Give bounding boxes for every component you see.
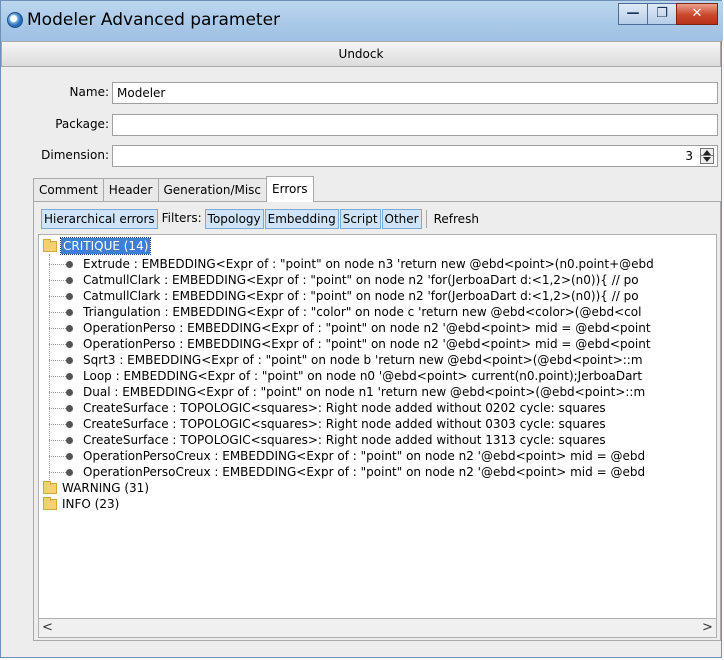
error-message: Triangulation : EMBEDDING<Expr of : "col… <box>83 305 642 319</box>
error-dot-icon <box>66 309 73 316</box>
tab-header[interactable]: Header <box>102 178 159 202</box>
folder-icon <box>43 239 57 252</box>
hierarchical-errors-toggle[interactable]: Hierarchical errors <box>41 209 158 229</box>
error-message: CatmullClark : EMBEDDING<Expr of : "poin… <box>83 273 639 287</box>
spinner-divider <box>701 155 713 156</box>
dimension-row: Dimension: 3 <box>1 145 721 167</box>
tree-connector <box>49 472 66 473</box>
error-message: OperationPerso : EMBEDDING<Expr of : "po… <box>83 321 651 335</box>
package-label: Package: <box>55 117 109 131</box>
tree-connector <box>49 440 66 441</box>
toolbar-separator <box>425 210 427 228</box>
name-label: Name: <box>69 85 109 99</box>
scroll-right-icon[interactable]: > <box>699 619 716 637</box>
filter-group: Topology Embedding Script Other <box>204 209 422 229</box>
tree-connector <box>49 392 66 393</box>
error-message: CreateSurface : TOPOLOGIC<squares>: Righ… <box>83 417 606 431</box>
tab-bar: Comment Header Generation/Misc Errors <box>33 176 314 202</box>
tree-node-label: CRITIQUE (14) <box>59 237 152 255</box>
error-dot-icon <box>66 341 73 348</box>
error-dot-icon <box>66 277 73 284</box>
tree-connector <box>49 424 66 425</box>
tree-connector <box>49 264 66 265</box>
error-message: OperationPersoCreux : EMBEDDING<Expr of … <box>83 449 646 463</box>
error-message: Dual : EMBEDDING<Expr of : "point" on no… <box>83 385 646 399</box>
tree-node-label: INFO (23) <box>62 497 120 511</box>
name-input[interactable]: Modeler <box>112 82 718 104</box>
error-dot-icon <box>66 325 73 332</box>
filters-label: Filters: <box>161 211 202 225</box>
filter-script-toggle[interactable]: Script <box>339 209 381 229</box>
spinner-arrows[interactable] <box>700 148 714 164</box>
maximize-button[interactable]: ❐ <box>647 3 677 25</box>
tree-connector <box>49 376 66 377</box>
dimension-value: 3 <box>685 149 693 163</box>
error-message: Loop : EMBEDDING<Expr of : "point" on no… <box>83 369 643 383</box>
tree-connector <box>49 344 66 345</box>
package-input[interactable] <box>112 114 718 136</box>
error-dot-icon <box>66 389 73 396</box>
tree-connector <box>49 296 66 297</box>
error-dot-icon <box>66 357 73 364</box>
error-message: OperationPerso : EMBEDDING<Expr of : "po… <box>83 337 651 351</box>
advanced-parameter-window: Modeler Advanced parameter — ❐ ✕ Undock … <box>0 0 723 658</box>
undock-button[interactable]: Undock <box>1 41 721 67</box>
error-dot-icon <box>66 453 73 460</box>
name-row: Name: Modeler <box>1 82 721 104</box>
dimension-spinner[interactable]: 3 <box>112 145 718 167</box>
tab-comment[interactable]: Comment <box>33 178 104 202</box>
horizontal-scrollbar[interactable]: < > <box>38 619 717 638</box>
dimension-label: Dimension: <box>41 148 109 162</box>
tree-connector <box>49 360 66 361</box>
error-message: CatmullClark : EMBEDDING<Expr of : "poin… <box>83 289 639 303</box>
error-dot-icon <box>66 293 73 300</box>
window-controls: — ❐ ✕ <box>618 3 718 25</box>
tree-connector <box>49 312 66 313</box>
error-dot-icon <box>66 437 73 444</box>
spinner-down-icon[interactable] <box>703 157 711 162</box>
folder-icon <box>43 497 57 510</box>
error-dot-icon <box>66 421 73 428</box>
errors-toolbar: Hierarchical errors Filters: Topology Em… <box>41 208 482 230</box>
error-dot-icon <box>66 469 73 476</box>
close-button[interactable]: ✕ <box>676 3 718 25</box>
errors-panel: Hierarchical errors Filters: Topology Em… <box>33 201 721 641</box>
title-bar[interactable]: Modeler Advanced parameter — ❐ ✕ <box>1 1 723 41</box>
tree-connector <box>49 254 50 480</box>
error-dot-icon <box>66 261 73 268</box>
folder-icon <box>43 481 57 494</box>
tab-generation-misc[interactable]: Generation/Misc <box>157 178 268 202</box>
tree-connector <box>49 408 66 409</box>
error-message: OperationPersoCreux : EMBEDDING<Expr of … <box>83 465 646 479</box>
error-message: CreateSurface : TOPOLOGIC<squares>: Righ… <box>83 401 606 415</box>
window-title: Modeler Advanced parameter <box>27 10 281 30</box>
tab-errors[interactable]: Errors <box>266 176 314 202</box>
scroll-left-icon[interactable]: < <box>39 619 56 637</box>
filter-topology-toggle[interactable]: Topology <box>204 209 264 229</box>
tree-node-label: WARNING (31) <box>62 481 149 495</box>
error-message: Sqrt3 : EMBEDDING<Expr of : "point" on n… <box>83 353 643 367</box>
refresh-button[interactable]: Refresh <box>431 209 482 229</box>
package-row: Package: <box>1 114 721 136</box>
error-tree[interactable]: CRITIQUE (14) Extrude : EMBEDDING<Expr o… <box>38 234 717 619</box>
error-message: Extrude : EMBEDDING<Expr of : "point" on… <box>83 257 654 271</box>
tree-connector <box>49 328 66 329</box>
tree-connector <box>49 456 66 457</box>
minimize-button[interactable]: — <box>618 3 648 25</box>
filter-embedding-toggle[interactable]: Embedding <box>264 209 339 229</box>
app-icon <box>7 12 23 28</box>
filter-other-toggle[interactable]: Other <box>381 209 422 229</box>
error-dot-icon <box>66 373 73 380</box>
tree-connector <box>49 280 66 281</box>
error-dot-icon <box>66 405 73 412</box>
error-message: CreateSurface : TOPOLOGIC<squares>: Righ… <box>83 433 606 447</box>
